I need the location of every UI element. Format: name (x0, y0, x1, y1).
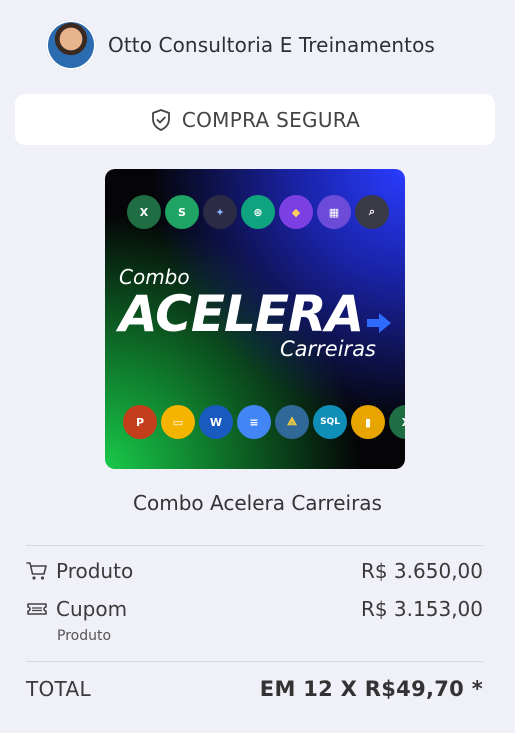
seller-name: Otto Consultoria E Treinamentos (108, 33, 435, 57)
product-price-row: Produto R$ 3.650,00 (26, 559, 483, 583)
product-name: Combo Acelera Carreiras (133, 491, 382, 515)
product-image: X S ✦ ⊛ ◆ ▦ ⌕ Combo ACELERA Carreiras P … (105, 169, 405, 469)
excel-icon: X (127, 195, 161, 229)
carreiras-text: Carreiras (280, 337, 376, 361)
secure-purchase-badge: COMPRA SEGURA (15, 94, 495, 145)
docs-icon: ≡ (237, 405, 271, 439)
gemini-icon: ✦ (203, 195, 237, 229)
divider (26, 545, 483, 546)
powerbi-icon: ▮ (351, 405, 385, 439)
secure-purchase-label: COMPRA SEGURA (181, 107, 361, 132)
arrow-icon (367, 313, 391, 333)
shield-check-icon (151, 108, 170, 131)
product-label: Produto (56, 559, 134, 583)
seller-header: Otto Consultoria E Treinamentos (46, 19, 435, 71)
total-label: TOTAL (26, 677, 91, 701)
copilot-icon: ◆ (279, 195, 313, 229)
ticket-icon (27, 603, 47, 615)
slides-icon: ▭ (161, 405, 195, 439)
coupon-sub-label: Produto (57, 628, 112, 644)
sql-icon: SQL (313, 405, 347, 439)
python-icon: ⟁ (275, 405, 309, 439)
acelera-text: ACELERA (119, 285, 364, 343)
top-app-icons: X S ✦ ⊛ ◆ ▦ ⌕ (127, 195, 389, 229)
chatgpt-icon: ⊛ (241, 195, 275, 229)
coupon-label: Cupom (56, 597, 128, 621)
bottom-app-icons: P ▭ W ≡ ⟁ SQL ▮ X (123, 405, 405, 439)
coupon-row: Cupom R$ 3.153,00 (26, 597, 483, 621)
search-analytics-icon: ⌕ (355, 195, 389, 229)
sheets-icon: S (165, 195, 199, 229)
cart-icon (26, 562, 47, 580)
divider (26, 661, 483, 662)
total-value: EM 12 X R$49,70 * (259, 677, 483, 701)
product-price: R$ 3.650,00 (360, 559, 483, 583)
analytics-icon: ▦ (317, 195, 351, 229)
excel-icon: X (389, 405, 405, 439)
word-icon: W (199, 405, 233, 439)
powerpoint-icon: P (123, 405, 157, 439)
coupon-price: R$ 3.153,00 (360, 597, 483, 621)
seller-avatar (46, 20, 96, 70)
